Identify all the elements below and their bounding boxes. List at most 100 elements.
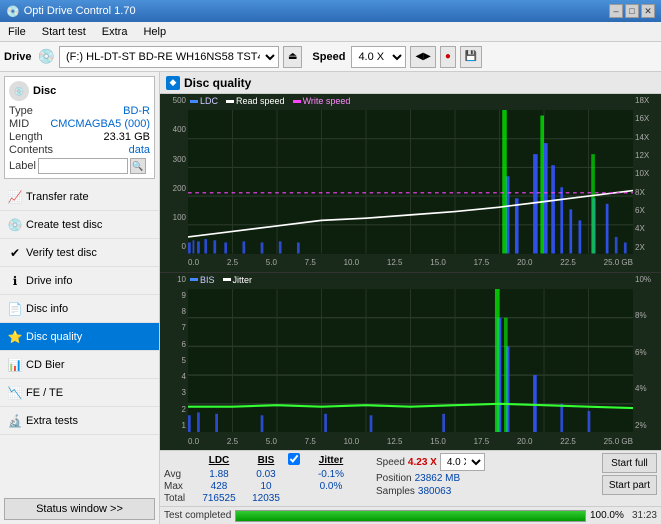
nav-verify-test-disc[interactable]: ✔ Verify test disc <box>0 239 159 267</box>
left-panel: 💿 Disc Type BD-R MID CMCMAGBA5 (000) Len… <box>0 72 160 524</box>
avg-label: Avg <box>164 469 192 480</box>
title-bar-controls: – □ ✕ <box>609 4 655 18</box>
drive-select[interactable]: (F:) HL-DT-ST BD-RE WH16NS58 TST4 <box>59 46 279 68</box>
bis-legend: BIS Jitter <box>190 275 252 285</box>
status-text: Test completed <box>164 510 231 521</box>
max-jitter: 0.0% <box>306 481 356 492</box>
ldc-y-axis-right: 18X16X14X12X10X8X6X4X2X <box>633 94 661 254</box>
nav-fe-te[interactable]: 📉 FE / TE <box>0 379 159 407</box>
record-button[interactable]: ● <box>440 46 456 68</box>
drive-info-icon: ℹ <box>8 274 22 288</box>
nav-drive-info-label: Drive info <box>26 275 72 287</box>
max-bis: 10 <box>246 481 286 492</box>
ldc-legend: LDC Read speed Write speed <box>190 96 350 106</box>
nav-disc-quality[interactable]: ⭐ Disc quality <box>0 323 159 351</box>
nav-cd-bier-label: CD Bier <box>26 359 65 371</box>
disc-section-title: Disc <box>33 85 56 97</box>
nav-extra-tests-label: Extra tests <box>26 415 78 427</box>
create-test-disc-icon: 💿 <box>8 218 22 232</box>
app-title: Opti Drive Control 1.70 <box>24 5 136 17</box>
ldc-svg <box>188 110 633 254</box>
bis-legend-jitter-label: Jitter <box>233 275 253 285</box>
disc-label-label: Label <box>9 160 36 172</box>
disc-contents-row: Contents data <box>9 144 150 156</box>
start-part-btn[interactable]: Start part <box>602 475 657 495</box>
checkbox-jitter[interactable] <box>288 453 304 468</box>
bis-chart-plot <box>188 289 633 433</box>
samples-value: 380063 <box>418 486 451 497</box>
position-value: 23862 MB <box>415 473 461 484</box>
disc-type-value: BD-R <box>123 105 150 117</box>
status-window-btn[interactable]: Status window >> <box>4 498 155 520</box>
progress-bar-bg <box>235 510 586 522</box>
nav-drive-info[interactable]: ℹ Drive info <box>0 267 159 295</box>
disc-length-value: 23.31 GB <box>104 131 150 143</box>
menu-extra[interactable]: Extra <box>98 25 132 39</box>
jitter-checkbox[interactable] <box>288 453 300 465</box>
app-icon: 💿 <box>6 5 20 18</box>
total-bis: 12035 <box>246 493 286 504</box>
bis-col-header: BIS <box>246 455 286 466</box>
menu-start-test[interactable]: Start test <box>38 25 90 39</box>
avg-ldc: 1.88 <box>194 469 244 480</box>
speed-drop[interactable]: 4.0 X <box>440 453 485 471</box>
disc-type-label: Type <box>9 105 33 117</box>
position-label: Position <box>376 473 412 484</box>
menu-file[interactable]: File <box>4 25 30 39</box>
verify-test-disc-icon: ✔ <box>8 246 22 260</box>
maximize-button[interactable]: □ <box>625 4 639 18</box>
disc-section-header: 💿 Disc <box>9 81 150 101</box>
nav-extra-tests[interactable]: 🔬 Extra tests <box>0 407 159 435</box>
eject-button[interactable]: ⏏ <box>283 46 302 68</box>
nav-fe-te-label: FE / TE <box>26 387 63 399</box>
nav-disc-info-label: Disc info <box>26 303 68 315</box>
disc-quality-icon: ⭐ <box>8 330 22 344</box>
disc-type-row: Type BD-R <box>9 105 150 117</box>
stats-area: LDC BIS Jitter Avg 1.88 0.03 -0.1% Max <box>160 450 661 506</box>
close-button[interactable]: ✕ <box>641 4 655 18</box>
speed-select[interactable]: 4.0 X <box>351 46 406 68</box>
avg-bis: 0.03 <box>246 469 286 480</box>
nav-disc-info[interactable]: 📄 Disc info <box>0 295 159 323</box>
nav-transfer-rate[interactable]: 📈 Transfer rate <box>0 183 159 211</box>
disc-info-icon: 📄 <box>8 302 22 316</box>
progress-text: 100.0% <box>590 510 628 521</box>
ldc-legend-read-label: Read speed <box>236 96 285 106</box>
fe-te-icon: 📉 <box>8 386 22 400</box>
speed-value: 4.23 X <box>408 457 437 468</box>
disc-length-row: Length 23.31 GB <box>9 131 150 143</box>
disc-contents-label: Contents <box>9 144 53 156</box>
speed-label: Speed <box>376 457 405 468</box>
disc-label-btn[interactable]: 🔍 <box>130 158 146 174</box>
ldc-legend-read: Read speed <box>226 96 285 106</box>
progress-bar-fill <box>236 511 585 521</box>
save-button[interactable]: 💾 <box>460 46 482 68</box>
nav-create-test-disc[interactable]: 💿 Create test disc <box>0 211 159 239</box>
disc-label-input[interactable] <box>38 158 128 174</box>
transfer-rate-icon: 📈 <box>8 190 22 204</box>
disc-contents-value: data <box>129 144 150 156</box>
disc-label-row: Label 🔍 <box>9 158 150 174</box>
ldc-y-axis-left: 5004003002001000 <box>160 94 188 254</box>
disc-section-icon: 💿 <box>9 81 29 101</box>
charts-area: LDC Read speed Write speed 5004003002001… <box>160 94 661 450</box>
nav-transfer-rate-label: Transfer rate <box>26 191 89 203</box>
disc-info-box: 💿 Disc Type BD-R MID CMCMAGBA5 (000) Len… <box>4 76 155 179</box>
chart-header-title: Disc quality <box>184 76 251 90</box>
toolbar: Drive 💿 (F:) HL-DT-ST BD-RE WH16NS58 TST… <box>0 42 661 72</box>
samples-label: Samples <box>376 486 415 497</box>
start-full-btn[interactable]: Start full <box>602 453 657 473</box>
ldc-legend-write: Write speed <box>293 96 351 106</box>
ldc-chart: LDC Read speed Write speed 5004003002001… <box>160 94 661 273</box>
minimize-button[interactable]: – <box>609 4 623 18</box>
prev-next-button[interactable]: ◀▶ <box>410 46 435 68</box>
nav-verify-test-disc-label: Verify test disc <box>26 247 97 259</box>
total-ldc: 716525 <box>194 493 244 504</box>
menu-help[interactable]: Help <box>139 25 170 39</box>
cd-bier-icon: 📊 <box>8 358 22 372</box>
max-label: Max <box>164 481 192 492</box>
disc-length-label: Length <box>9 131 43 143</box>
bis-svg <box>188 289 633 433</box>
menu-bar: File Start test Extra Help <box>0 22 661 42</box>
nav-cd-bier[interactable]: 📊 CD Bier <box>0 351 159 379</box>
